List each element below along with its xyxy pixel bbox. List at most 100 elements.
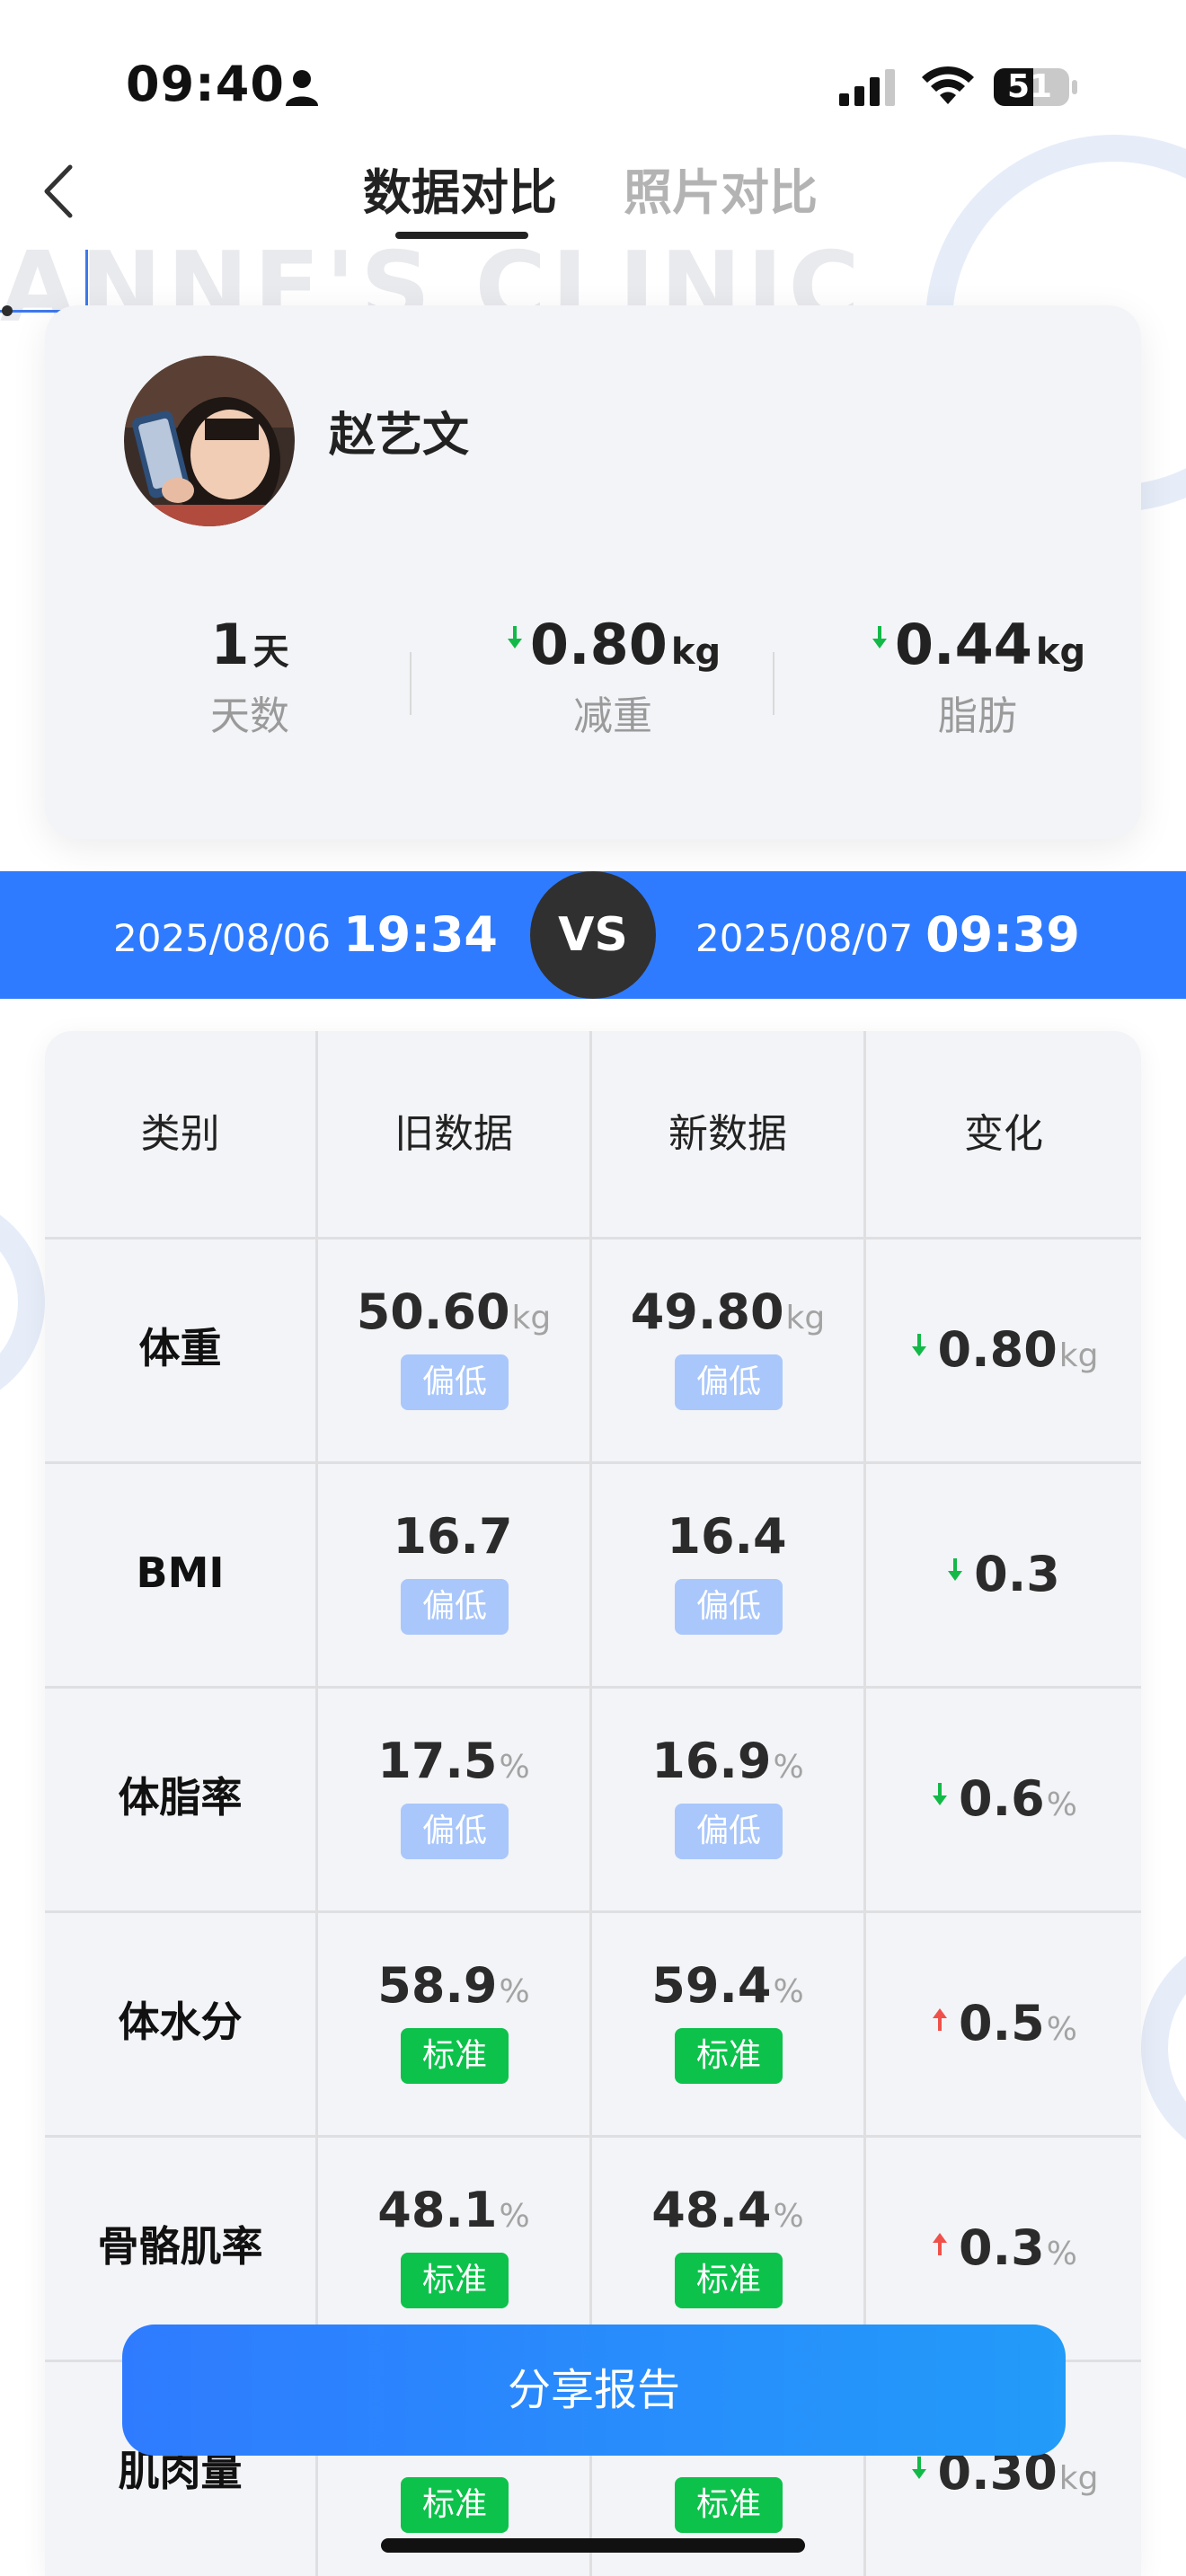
up-arrow-icon bbox=[933, 2008, 948, 2031]
change-unit: % bbox=[1046, 2236, 1077, 2272]
stat-label: 脂肪 bbox=[938, 693, 1017, 739]
user-name: 赵艺文 bbox=[329, 409, 470, 463]
stat-value: 0.44 bbox=[894, 612, 1032, 677]
table-row: BMI 16.7 偏低 16.4 偏低 0.3 bbox=[45, 1464, 1141, 1689]
stat-divider bbox=[410, 652, 412, 715]
old-value: 58.9 bbox=[377, 1957, 498, 2014]
stat-label: 天数 bbox=[210, 693, 289, 739]
decorative-corner bbox=[0, 250, 88, 313]
down-arrow-icon bbox=[911, 1334, 926, 1356]
old-status-badge: 偏低 bbox=[401, 1354, 509, 1410]
stat-unit: 天 bbox=[252, 631, 289, 673]
new-status-badge: 偏低 bbox=[675, 1579, 783, 1635]
back-arrow-icon[interactable] bbox=[36, 160, 81, 223]
column-header: 类别 bbox=[140, 1111, 220, 1157]
old-status-badge: 标准 bbox=[401, 2477, 509, 2533]
old-time: 19:34 bbox=[343, 906, 498, 963]
old-value: 48.1 bbox=[377, 2182, 498, 2238]
category-label: 体脂率 bbox=[118, 1773, 243, 1822]
up-arrow-icon bbox=[933, 2233, 948, 2255]
change-unit: kg bbox=[1058, 1337, 1099, 1374]
old-record-time[interactable]: 2025/08/06 19:34 bbox=[113, 905, 498, 976]
decorative-dot bbox=[2, 305, 13, 316]
profile-card: 赵艺文 1天 天数 0.80 kg 减重 0.44 kg 脂肪 bbox=[45, 305, 1141, 839]
old-status-badge: 标准 bbox=[401, 2253, 509, 2308]
category-label: 体重 bbox=[138, 1324, 222, 1372]
decorative-ring bbox=[0, 1195, 45, 1410]
share-report-button[interactable]: 分享报告 bbox=[122, 2325, 1066, 2456]
wifi-icon bbox=[922, 66, 974, 104]
new-status-badge: 偏低 bbox=[675, 1804, 783, 1859]
old-value: 50.60 bbox=[356, 1284, 510, 1340]
change-unit: % bbox=[1046, 1786, 1077, 1823]
change-unit: % bbox=[1046, 2011, 1077, 2048]
table-row: 体水分 58.9% 标准 59.4% 标准 0.5% bbox=[45, 1913, 1141, 2138]
new-status-badge: 标准 bbox=[675, 2477, 783, 2533]
tab-photo-compare[interactable]: 照片对比 bbox=[624, 162, 818, 225]
status-bar: 09:40 51 bbox=[0, 0, 1186, 171]
change-value: 0.5 bbox=[959, 1995, 1045, 2051]
new-record-time[interactable]: 2025/08/07 09:39 bbox=[695, 905, 1080, 976]
down-arrow-icon bbox=[911, 2457, 926, 2479]
old-unit: kg bbox=[511, 1300, 552, 1337]
home-indicator bbox=[381, 2538, 805, 2553]
old-unit: % bbox=[499, 1749, 530, 1786]
battery-level: 51 bbox=[1006, 68, 1053, 105]
old-status-badge: 偏低 bbox=[401, 1579, 509, 1635]
avatar[interactable] bbox=[124, 356, 295, 526]
down-arrow-icon bbox=[872, 626, 887, 648]
stat-divider bbox=[773, 652, 774, 715]
new-value: 16.9 bbox=[651, 1733, 772, 1789]
down-arrow-icon bbox=[948, 1558, 963, 1581]
new-value: 16.4 bbox=[667, 1508, 787, 1565]
category-label: 体水分 bbox=[118, 1998, 243, 2046]
down-arrow-icon bbox=[933, 1783, 948, 1805]
vs-badge: VS bbox=[530, 871, 656, 999]
decorative-ring bbox=[1141, 1931, 1186, 2165]
stat-fat-loss: 0.44 kg 脂肪 bbox=[816, 609, 1139, 744]
stat-value: 1 bbox=[210, 612, 250, 677]
compare-dates-bar: 2025/08/06 19:34 VS 2025/08/07 09:39 bbox=[0, 871, 1186, 999]
category-label: BMI bbox=[136, 1548, 225, 1597]
new-status-badge: 标准 bbox=[675, 2028, 783, 2084]
new-unit: % bbox=[773, 2198, 804, 2235]
table-header-row: 类别 旧数据 新数据 变化 bbox=[45, 1031, 1141, 1239]
change-value: 0.3 bbox=[959, 2219, 1045, 2276]
old-date: 2025/08/06 bbox=[113, 916, 332, 960]
category-label: 骨骼肌率 bbox=[97, 2222, 263, 2271]
active-tab-indicator bbox=[395, 232, 528, 239]
new-status-badge: 标准 bbox=[675, 2253, 783, 2308]
column-header: 新数据 bbox=[668, 1111, 787, 1157]
change-value: 0.80 bbox=[937, 1321, 1058, 1378]
new-value: 49.80 bbox=[630, 1284, 784, 1340]
new-date: 2025/08/07 bbox=[695, 916, 914, 960]
new-unit: % bbox=[773, 1973, 804, 2010]
column-header: 变化 bbox=[964, 1111, 1043, 1157]
change-value: 0.6 bbox=[959, 1770, 1045, 1827]
data-compare-screen: ANNE'S CLINIC 09:40 51 数据对比 照片对比 赵艺文 1 天… bbox=[0, 0, 1186, 2576]
stat-label: 减重 bbox=[573, 693, 652, 739]
change-value: 0.3 bbox=[974, 1546, 1060, 1602]
old-status-badge: 偏低 bbox=[401, 1804, 509, 1859]
change-unit: kg bbox=[1058, 2460, 1099, 2497]
new-status-badge: 偏低 bbox=[675, 1354, 783, 1410]
person-icon bbox=[286, 70, 318, 106]
stat-value: 0.80 bbox=[529, 612, 668, 677]
old-value: 16.7 bbox=[393, 1508, 513, 1565]
new-unit: % bbox=[773, 1749, 804, 1786]
down-arrow-icon bbox=[507, 626, 522, 648]
new-value: 48.4 bbox=[651, 2182, 772, 2238]
stat-unit: kg bbox=[1035, 631, 1086, 673]
new-unit: kg bbox=[785, 1300, 826, 1337]
new-time: 09:39 bbox=[925, 906, 1080, 963]
old-unit: % bbox=[499, 1973, 530, 2010]
status-time: 09:40 bbox=[126, 56, 285, 112]
stat-weight-loss: 0.80 kg 减重 bbox=[451, 609, 774, 744]
table-row: 体重 50.60kg 偏低 49.80kg 偏低 0.80kg bbox=[45, 1239, 1141, 1464]
old-value: 17.5 bbox=[377, 1733, 498, 1789]
new-value: 59.4 bbox=[651, 1957, 772, 2014]
old-status-badge: 标准 bbox=[401, 2028, 509, 2084]
tab-data-compare[interactable]: 数据对比 bbox=[363, 162, 557, 225]
signal-icon bbox=[839, 69, 895, 106]
table-row: 体脂率 17.5% 偏低 16.9% 偏低 0.6% bbox=[45, 1689, 1141, 1913]
